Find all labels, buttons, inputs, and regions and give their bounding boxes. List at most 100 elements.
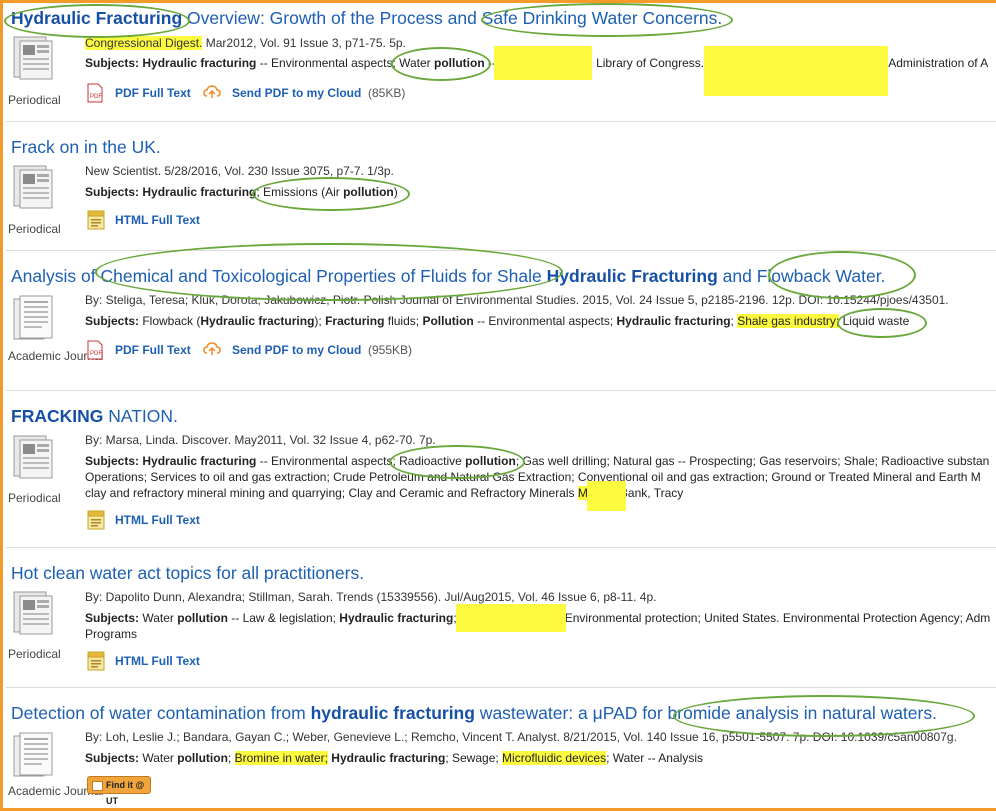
text-segment: and Flowback Water.	[717, 266, 886, 286]
bold-term: Subjects:	[85, 454, 140, 468]
text-segment: Environmental protection; United States.…	[561, 611, 991, 625]
result-subjects: Subjects: Hydraulic fracturing -- Enviro…	[85, 453, 989, 501]
text-segment: Analysis of Chemical and Toxicological P…	[11, 266, 547, 286]
result-title[interactable]: Analysis of Chemical and Toxicological P…	[11, 265, 885, 287]
result-item: Analysis of Chemical and Toxicological P…	[3, 251, 996, 390]
type-label: Periodical	[8, 647, 61, 661]
text-segment: Frack on in the UK.	[11, 137, 161, 157]
text-segment: -- Law & legislation;	[227, 611, 340, 625]
text-segment: fluids;	[384, 314, 423, 328]
bold-term: Hydraulic Fracturing	[11, 8, 183, 28]
result-title[interactable]: Hot clean water act topics for all pract…	[11, 562, 364, 584]
bold-term: Subjects:	[85, 185, 140, 199]
bold-term: pollution	[343, 185, 394, 199]
pdf-full-text-link[interactable]: PDF Full Text	[115, 86, 191, 100]
bold-term: Hydraulic fracturing	[339, 611, 454, 625]
text-segment: Overview: Growth of the Process and Safe…	[182, 8, 723, 28]
html-full-text-link[interactable]: HTML Full Text	[115, 654, 200, 668]
result-links: HTML Full Text	[85, 210, 285, 232]
text-segment: ; Sewage;	[445, 751, 503, 765]
bold-term: Hydraulic fracturing	[142, 56, 257, 70]
result-title[interactable]: Frack on in the UK.	[11, 136, 161, 158]
result-title[interactable]: Hydraulic Fracturing Overview: Growth of…	[11, 7, 722, 29]
result-subjects: Subjects: Flowback (Hydraulic fracturing…	[85, 313, 909, 329]
bold-term: Hydraulic fracturing	[142, 185, 257, 199]
result-source: By: Marsa, Linda. Discover. May2011, Vol…	[85, 433, 436, 447]
type-label: Periodical	[8, 93, 61, 107]
text-segment: ; Gas well drilling; Natural gas -- Pros…	[515, 454, 990, 468]
academic-journal-icon	[13, 295, 53, 340]
bold-term: Subjects:	[85, 611, 140, 625]
text-segment: Mar2012, Vol. 91 Issue 3, p71-75. 5p.	[202, 36, 406, 50]
bold-term: hydraulic fracturing	[310, 703, 475, 723]
text-segment: -- Environmental aspects;	[473, 314, 617, 328]
bold-term: pollution	[177, 751, 228, 765]
bold-term: pollution	[434, 56, 485, 70]
highlight-box	[456, 604, 566, 632]
text-segment: -- Environmental aspects; Water	[256, 56, 435, 70]
html-full-text-link[interactable]: HTML Full Text	[115, 213, 200, 227]
pdf-icon: PDF	[87, 83, 103, 103]
text-segment: Operations; Services to oil and gas extr…	[85, 470, 981, 484]
results-list: Hydraulic Fracturing Overview: Growth of…	[0, 0, 996, 811]
result-subjects: Subjects: Hydraulic fracturing; Emission…	[85, 184, 398, 200]
text-segment: Hot clean water act topics for all pract…	[11, 563, 365, 583]
bold-term: Hydraulic fracturing	[142, 454, 257, 468]
text-segment: ; Water -- Analysis	[606, 751, 703, 765]
result-links: PDF PDF Full Text Send PDF to my Cloud (…	[85, 340, 485, 362]
periodical-icon	[13, 165, 53, 209]
result-links: HTML Full Text	[85, 651, 285, 673]
html-full-text-link[interactable]: HTML Full Text	[115, 513, 200, 527]
result-item: Detection of water contamination from hy…	[3, 688, 996, 808]
subject-line: Operations; Services to oil and gas extr…	[85, 469, 989, 485]
pdf-icon: PDF	[87, 340, 103, 360]
cloud-icon	[203, 85, 221, 98]
text-segment: ; Library of Congress.	[589, 56, 708, 70]
text-segment: By: Dapolito Dunn, Alexandra; Stillman, …	[85, 590, 657, 604]
type-label: Periodical	[8, 222, 61, 236]
periodical-icon	[13, 591, 53, 635]
bold-term: Pollution	[422, 314, 474, 328]
subject-line: Subjects: Hydraulic fracturing -- Enviro…	[85, 453, 989, 469]
bold-term: FRACKING	[11, 406, 104, 426]
bold-term: pollution	[177, 611, 228, 625]
academic-journal-icon	[13, 732, 53, 777]
svg-text:PDF: PDF	[90, 94, 102, 100]
text-segment: wastewater: a μPAD for bromide analysis …	[474, 703, 937, 723]
result-source: Congressional Digest. Mar2012, Vol. 91 I…	[85, 36, 406, 50]
svg-text:PDF: PDF	[90, 351, 102, 357]
html-icon	[87, 651, 105, 671]
send-pdf-cloud-link[interactable]: Send PDF to my Cloud	[232, 343, 361, 357]
periodical-icon	[13, 435, 53, 479]
highlight-box	[587, 481, 626, 511]
text-segment: )	[393, 185, 398, 199]
result-title[interactable]: Detection of water contamination from hy…	[11, 702, 937, 724]
text-segment: Liquid waste	[839, 314, 910, 328]
cloud-icon	[203, 342, 221, 355]
text-segment: Detection of water contamination from	[11, 703, 311, 723]
result-source: By: Dapolito Dunn, Alexandra; Stillman, …	[85, 590, 656, 604]
result-links: HTML Full Text	[85, 510, 285, 532]
text-segment: Water	[139, 611, 178, 625]
type-label: Periodical	[8, 491, 61, 505]
highlight-box	[704, 46, 888, 96]
bold-term: Fracturing	[325, 314, 385, 328]
text-segment: New Scientist. 5/28/2016, Vol. 230 Issue…	[85, 164, 394, 178]
file-size: (85KB)	[368, 86, 406, 100]
highlighted-term: Congressional Digest.	[85, 36, 203, 50]
text-segment: NATION.	[103, 406, 178, 426]
result-item: Frack on in the UK. Periodical New Scien…	[3, 122, 996, 250]
result-source: By: Loh, Leslie J.; Bandara, Gayan C.; W…	[85, 730, 957, 744]
find-it-button[interactable]: Find it @ UT	[87, 776, 151, 806]
text-segment: clay and refractory mineral mining and q…	[85, 486, 578, 500]
text-segment: Water	[139, 751, 178, 765]
text-segment: By: Loh, Leslie J.; Bandara, Gayan C.; W…	[85, 730, 957, 744]
highlighted-term: Microfluidic devices	[502, 751, 607, 765]
result-title[interactable]: FRACKING NATION.	[11, 405, 178, 427]
result-source: By: Steliga, Teresa; Kluk, Dorota; Jakub…	[85, 293, 949, 307]
text-segment: By: Steliga, Teresa; Kluk, Dorota; Jakub…	[85, 293, 949, 307]
pdf-full-text-link[interactable]: PDF Full Text	[115, 343, 191, 357]
send-pdf-cloud-link[interactable]: Send PDF to my Cloud	[232, 86, 361, 100]
bold-term: Hydraulic fracturing	[200, 314, 315, 328]
bold-term: pollution	[465, 454, 516, 468]
